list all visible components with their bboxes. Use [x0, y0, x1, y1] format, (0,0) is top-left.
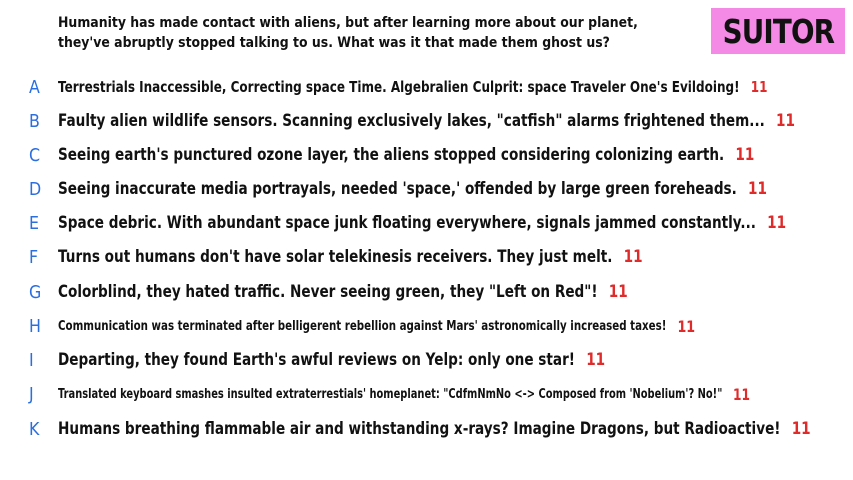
answer-letter: A	[29, 76, 40, 98]
answer-score: 11	[623, 247, 643, 267]
prompt-line-1: Humanity has made contact with aliens, b…	[58, 15, 638, 31]
answer-letter: B	[29, 110, 40, 132]
answer-letter: K	[29, 418, 40, 440]
answer-text: Seeing inaccurate media portrayals, need…	[58, 179, 737, 199]
answer-score: 11	[791, 419, 811, 439]
answer-letter: D	[29, 178, 42, 200]
answer-text: Space debric. With abundant space junk f…	[58, 213, 756, 233]
answer-score: 11	[586, 350, 606, 370]
answer-text: Turns out humans don't have solar teleki…	[58, 247, 613, 267]
answer-letter: C	[29, 144, 41, 166]
answer-letter: J	[29, 383, 34, 405]
answer-text: Departing, they found Earth's awful revi…	[58, 350, 575, 370]
answer-score: 11	[677, 316, 696, 336]
answer-text: Seeing earth's punctured ozone layer, th…	[58, 145, 725, 165]
answer-score: 11	[732, 384, 750, 404]
answer-letter: E	[29, 212, 40, 234]
answer-text: Translated keyboard smashes insulted ext…	[58, 386, 723, 402]
answer-text: Humans breathing flammable air and withs…	[58, 419, 781, 439]
answer-text: Colorblind, they hated traffic. Never se…	[58, 282, 598, 302]
category-tag: SUITOR	[711, 8, 845, 54]
answer-letter: G	[29, 281, 42, 303]
question-prompt: Humanity has made contact with aliens, b…	[58, 13, 638, 53]
answer-text: Terrestrials Inaccessible, Correcting sp…	[58, 78, 740, 96]
answer-letter: H	[29, 315, 41, 337]
answer-score: 11	[748, 179, 767, 199]
answer-score: 11	[608, 282, 628, 302]
answer-score: 11	[767, 213, 787, 233]
answer-text: Faulty alien wildlife sensors. Scanning …	[58, 111, 765, 131]
answer-letter: I	[29, 349, 34, 371]
category-tag-label: SUITOR	[722, 11, 834, 51]
prompt-line-2: they've abruptly stopped talking to us. …	[58, 35, 610, 51]
answer-score: 11	[735, 145, 755, 165]
answer-score: 11	[750, 78, 768, 96]
answer-letter: F	[29, 246, 39, 268]
answer-score: 11	[776, 111, 795, 131]
answer-text: Communication was terminated after belli…	[58, 318, 667, 334]
